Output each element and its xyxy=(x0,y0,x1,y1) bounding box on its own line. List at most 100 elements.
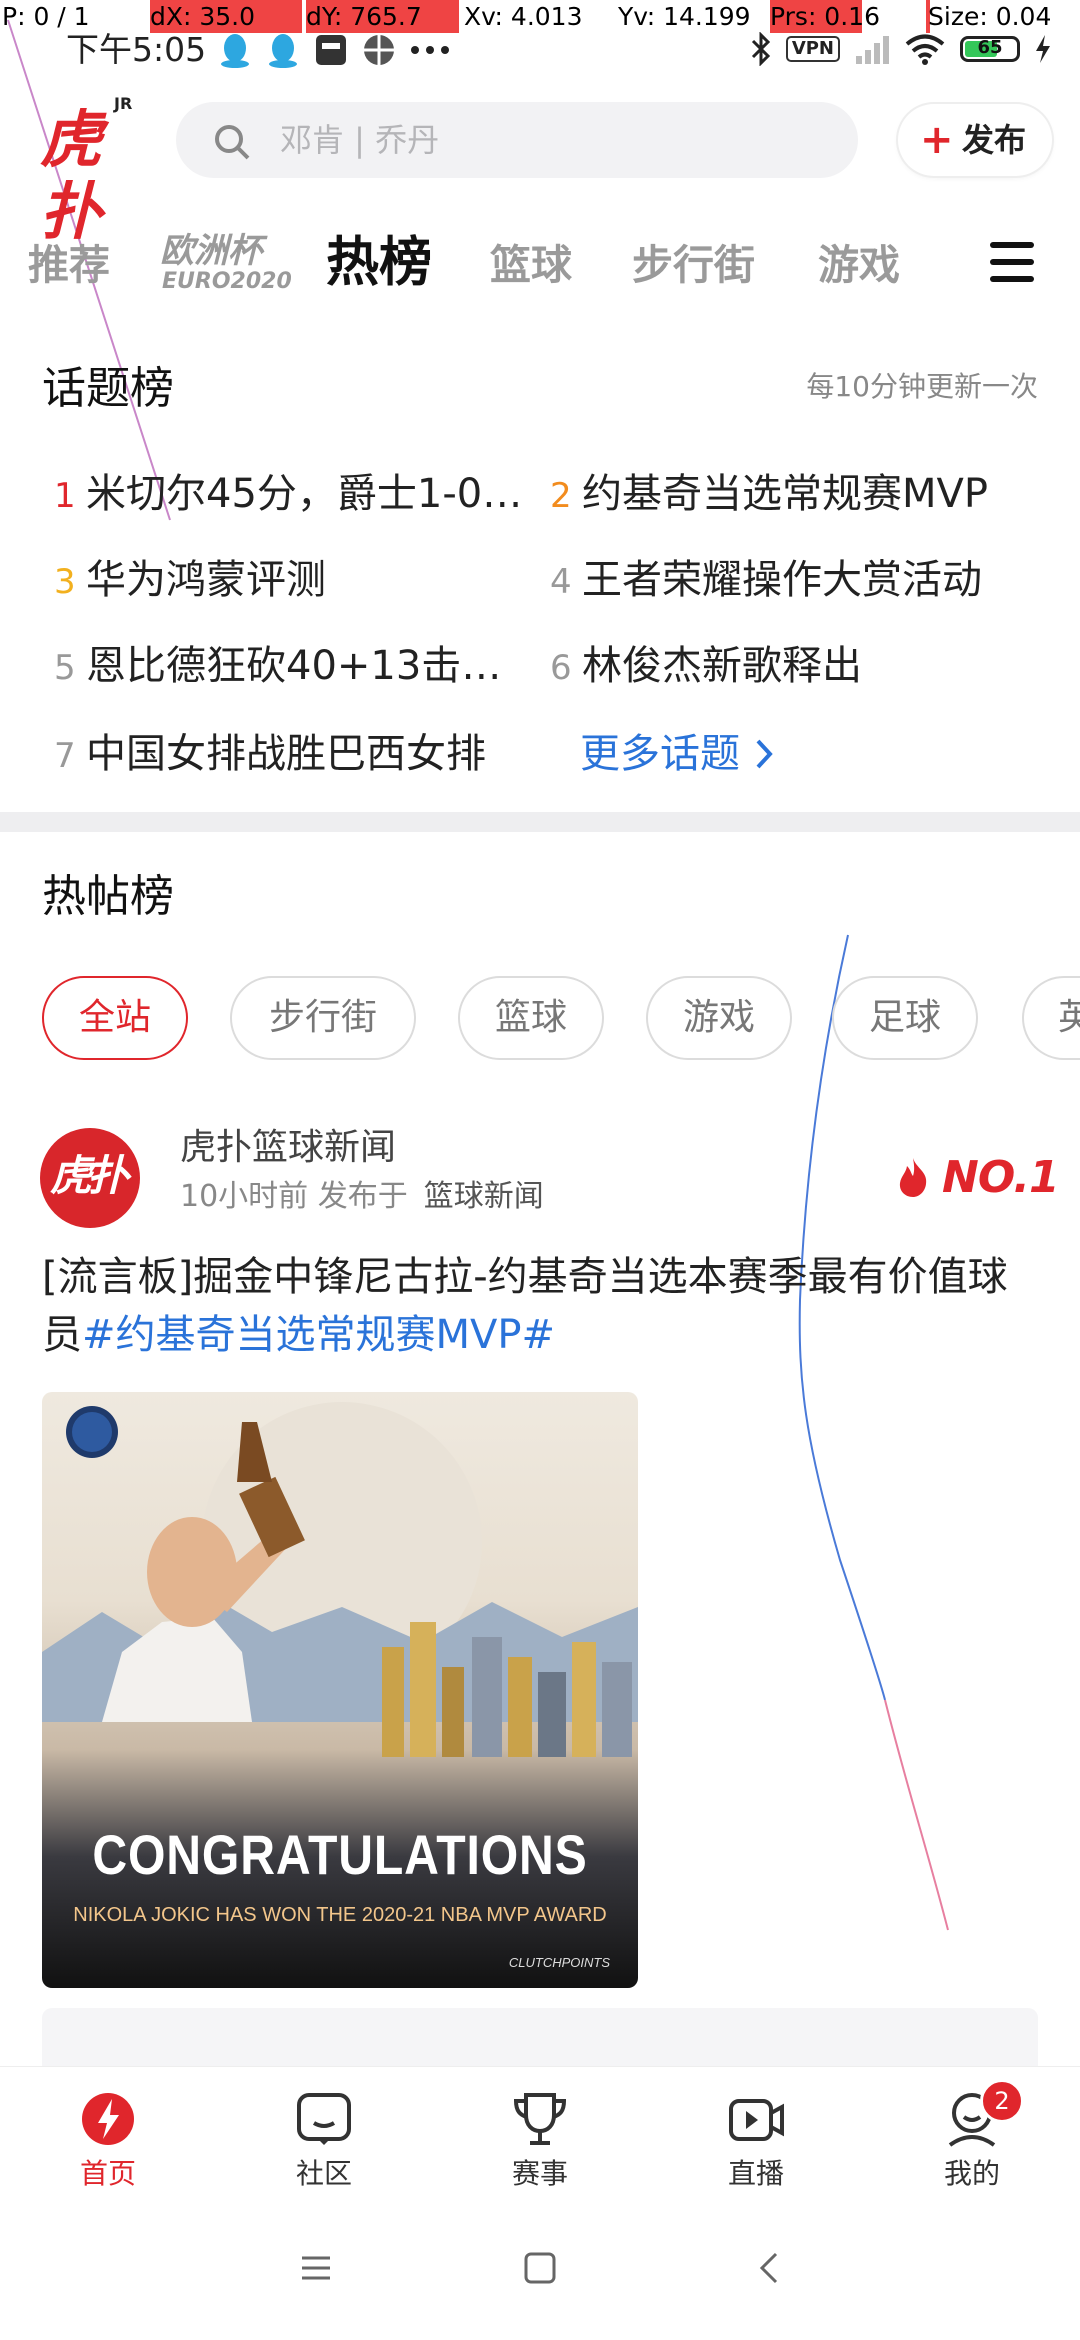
chip-pedestrian-street[interactable]: 步行街 xyxy=(230,976,416,1060)
nav-home[interactable]: 首页 xyxy=(38,2089,178,2191)
menu-icon[interactable] xyxy=(990,242,1034,282)
update-note: 每10分钟更新一次 xyxy=(806,370,1038,403)
topic-item-4[interactable]: 4 王者荣耀操作大赏活动 xyxy=(550,552,1030,610)
tab-pedestrian-street[interactable]: 步行街 xyxy=(632,230,755,300)
chip-football[interactable]: 足球 xyxy=(832,976,978,1060)
channel-tabs: 推荐 欧洲杯 EURO2020 热榜 篮球 步行街 游戏 xyxy=(0,230,1080,300)
nav-home-label: 首页 xyxy=(79,2157,136,2190)
community-icon xyxy=(294,2089,354,2149)
topic-item-6[interactable]: 6 林俊杰新歌释出 xyxy=(550,638,1030,696)
rank-badge: NO.1 xyxy=(896,1147,1060,1207)
avatar-logo-text: 虎扑 xyxy=(50,1151,129,1200)
system-status-icons: VPN 65 xyxy=(750,32,1052,66)
nav-matches[interactable]: 赛事 xyxy=(470,2089,610,2191)
topic-text: 林俊杰新歌释出 xyxy=(582,643,862,689)
post-image[interactable]: CONGRATULATIONS NIKOLA JOKIC HAS WON THE… xyxy=(42,1392,638,1988)
publish-button[interactable]: + 发布 xyxy=(898,104,1052,176)
topic-rank: 1 xyxy=(54,476,76,516)
post-title[interactable]: [流言板]掘金中锋尼古拉-约基奇当选本赛季最有价值球员#约基奇当选常规赛MVP# xyxy=(42,1248,1042,1364)
topic-text: 华为鸿蒙评测 xyxy=(86,557,326,603)
charging-icon xyxy=(1036,35,1050,63)
section-divider xyxy=(0,812,1080,832)
topic-text: 王者荣耀操作大赏活动 xyxy=(582,557,982,603)
tab-euro-sub: EURO2020 xyxy=(162,269,292,294)
search-placeholder: 邓肯 | 乔丹 xyxy=(280,121,440,159)
tab-hot[interactable]: 热榜 xyxy=(326,228,432,298)
signal-icon xyxy=(856,36,889,64)
topic-text: 中国女排战胜巴西女排 xyxy=(86,731,486,777)
nav-matches-label: 赛事 xyxy=(511,2157,568,2190)
tab-games[interactable]: 游戏 xyxy=(818,230,900,300)
topic-rank: 3 xyxy=(54,562,76,602)
topic-item-5[interactable]: 5 恩比德狂砍40+13击败奇才 xyxy=(54,638,534,696)
more-notifications-icon xyxy=(411,46,449,54)
ball-notification-icon xyxy=(364,35,394,65)
bottom-navigation: 首页 社区 赛事 直播 2 我的 xyxy=(0,2066,1080,2211)
wifi-icon xyxy=(905,34,945,65)
tab-basketball[interactable]: 篮球 xyxy=(490,230,572,300)
image-caption: CONGRATULATIONS xyxy=(92,1823,588,1886)
chip-basketball[interactable]: 篮球 xyxy=(458,976,604,1060)
back-button-icon[interactable] xyxy=(752,2250,788,2286)
hupu-logo[interactable]: 虎扑 JR xyxy=(40,94,144,248)
nav-profile-label: 我的 xyxy=(943,2157,1000,2190)
chip-all-site[interactable]: 全站 xyxy=(42,976,188,1060)
topic-board-title: 话题榜 xyxy=(42,363,174,414)
topic-item-2[interactable]: 2 约基奇当选常规赛MVP xyxy=(550,466,1030,524)
avatar[interactable]: 虎扑 xyxy=(40,1128,140,1228)
topic-rank: 4 xyxy=(550,562,572,602)
battery-icon: 65 xyxy=(960,36,1020,62)
chevron-right-icon xyxy=(756,739,773,769)
tab-euro-label: 欧洲杯 xyxy=(160,231,262,271)
topic-rank: 7 xyxy=(54,736,76,776)
topic-text: 约基奇当选常规赛MVP xyxy=(582,471,988,517)
post-hashtag[interactable]: #约基奇当选常规赛MVP# xyxy=(82,1312,555,1358)
more-topics-label: 更多话题 xyxy=(580,731,740,777)
topic-item-7[interactable]: 7 中国女排战胜巴西女排 xyxy=(54,726,534,784)
app-notification-icon xyxy=(316,35,346,65)
topic-text: 恩比德狂砍40+13击败奇才 xyxy=(86,643,534,689)
vpn-icon: VPN xyxy=(785,36,840,62)
post-meta: 10小时前 发布于 篮球新闻 xyxy=(180,1177,544,1217)
more-topics-link[interactable]: 更多话题 xyxy=(580,726,780,782)
notification-icons xyxy=(218,32,450,68)
tab-recommend[interactable]: 推荐 xyxy=(28,230,110,300)
hot-posts-title: 热帖榜 xyxy=(42,871,174,922)
home-bolt-icon xyxy=(78,2089,138,2149)
topic-item-1[interactable]: 1 米切尔45分，爵士1-0灰熊 xyxy=(54,466,534,524)
bluetooth-icon xyxy=(751,32,770,66)
qq-notification-icon xyxy=(221,34,249,68)
flame-icon xyxy=(899,1158,927,1197)
image-brand: CLUTCHPOINTS xyxy=(508,1955,610,1970)
plus-icon: + xyxy=(920,117,954,163)
nav-live-label: 直播 xyxy=(727,2157,784,2190)
search-bar[interactable]: 邓肯 | 乔丹 xyxy=(176,102,858,178)
post-board[interactable]: 篮球新闻 xyxy=(424,1179,544,1214)
home-button-icon[interactable] xyxy=(522,2250,558,2286)
chip-games[interactable]: 游戏 xyxy=(646,976,792,1060)
live-video-icon xyxy=(726,2089,786,2149)
logo-superscript: JR xyxy=(114,94,133,113)
nav-profile[interactable]: 2 我的 xyxy=(902,2079,1042,2191)
profile-icon: 2 xyxy=(942,2079,1024,2149)
rank-label: NO.1 xyxy=(942,1151,1060,1203)
tab-euro[interactable]: 欧洲杯 EURO2020 xyxy=(160,230,292,300)
nav-live[interactable]: 直播 xyxy=(686,2089,826,2191)
status-bar: 下午5:05 VPN 65 xyxy=(0,28,1080,72)
post-author[interactable]: 虎扑篮球新闻 xyxy=(180,1125,396,1171)
notification-badge: 2 xyxy=(980,2079,1024,2123)
next-card-partial xyxy=(42,2008,1038,2068)
topic-rank: 5 xyxy=(54,648,76,688)
topic-item-3[interactable]: 3 华为鸿蒙评测 xyxy=(54,552,534,610)
nav-community[interactable]: 社区 xyxy=(254,2089,394,2191)
image-subcaption: NIKOLA JOKIC HAS WON THE 2020-21 NBA MVP… xyxy=(73,1904,607,1926)
system-navigation-bar xyxy=(0,2210,1080,2340)
topic-text: 米切尔45分，爵士1-0灰熊 xyxy=(86,471,534,517)
publish-label: 发布 xyxy=(962,121,1027,159)
status-time: 下午5:05 xyxy=(66,30,207,69)
logo-text: 虎扑 xyxy=(40,103,102,248)
post-time: 10小时前 发布于 xyxy=(180,1179,408,1214)
recent-apps-icon[interactable] xyxy=(298,2250,334,2286)
topic-rank: 6 xyxy=(550,648,572,688)
topic-rank: 2 xyxy=(550,476,572,516)
